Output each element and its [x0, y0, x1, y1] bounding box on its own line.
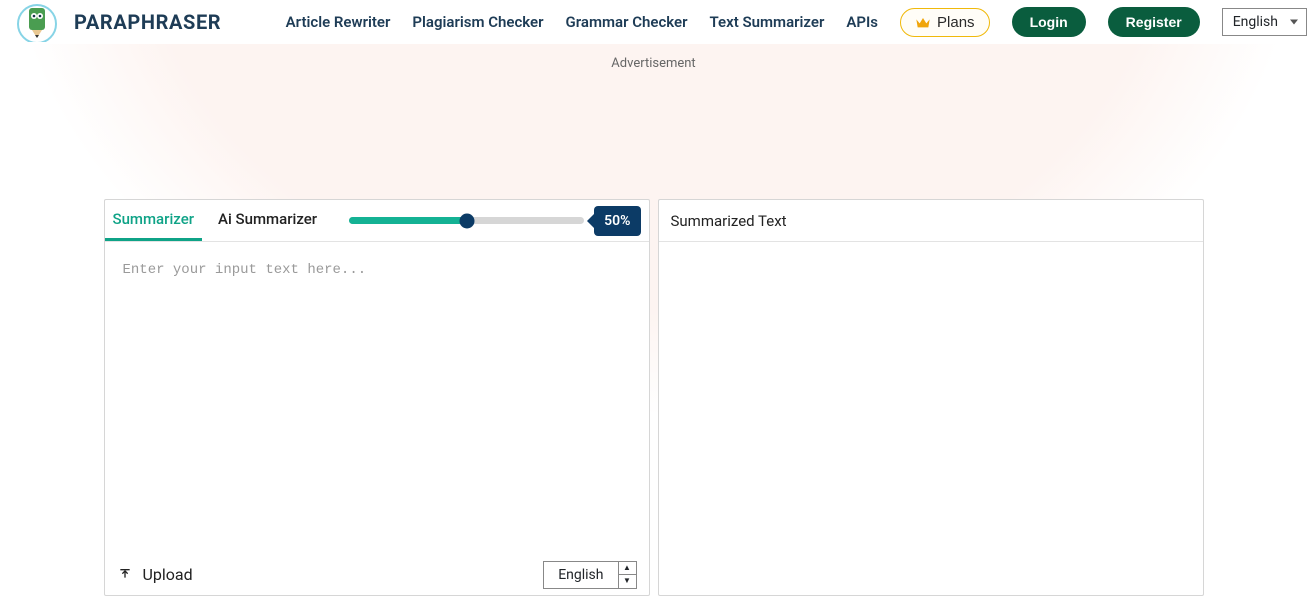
slider-fill: [349, 217, 467, 224]
output-panel: Summarized Text: [658, 199, 1204, 596]
site-language-select[interactable]: English: [1222, 8, 1307, 36]
nav-apis[interactable]: APIs: [846, 13, 878, 31]
logo-icon: [14, 2, 60, 42]
header: PARAPHRASER Article Rewriter Plagiarism …: [0, 0, 1307, 44]
input-textarea[interactable]: [105, 242, 649, 553]
input-language-select[interactable]: English ▲ ▼: [543, 561, 636, 589]
register-button[interactable]: Register: [1108, 7, 1200, 37]
advertisement-label: Advertisement: [0, 44, 1307, 71]
language-stepper: ▲ ▼: [618, 562, 636, 588]
brand-text: PARAPHRASER: [74, 10, 221, 34]
plans-button[interactable]: Plans: [900, 8, 990, 37]
slider-thumb[interactable]: [459, 213, 474, 228]
nav-text-summarizer[interactable]: Text Summarizer: [710, 13, 825, 31]
nav-plagiarism-checker[interactable]: Plagiarism Checker: [412, 13, 543, 31]
tabs-row: Summarizer Ai Summarizer 50%: [105, 200, 649, 242]
nav-grammar-checker[interactable]: Grammar Checker: [566, 13, 688, 31]
language-step-up[interactable]: ▲: [619, 562, 636, 576]
language-step-down[interactable]: ▼: [619, 575, 636, 588]
logo[interactable]: PARAPHRASER: [14, 2, 221, 42]
tab-summarizer[interactable]: Summarizer: [105, 200, 203, 241]
main-nav: Article Rewriter Plagiarism Checker Gram…: [286, 7, 1307, 37]
nav-article-rewriter[interactable]: Article Rewriter: [286, 13, 391, 31]
site-language-value: English: [1233, 14, 1278, 30]
input-bottom-bar: Upload English ▲ ▼: [105, 553, 649, 595]
crown-icon: [915, 15, 931, 29]
slider-value-badge: 50%: [594, 206, 640, 236]
tab-ai-summarizer[interactable]: Ai Summarizer: [210, 200, 325, 241]
output-area: [659, 242, 1203, 595]
slider-track: [349, 217, 584, 224]
login-button[interactable]: Login: [1012, 7, 1086, 37]
input-panel: Summarizer Ai Summarizer 50% Upload: [104, 199, 650, 596]
upload-label: Upload: [143, 565, 193, 584]
plans-label: Plans: [937, 14, 975, 31]
input-language-value: English: [544, 567, 617, 583]
upload-button[interactable]: Upload: [117, 565, 193, 584]
length-slider[interactable]: 50%: [333, 206, 640, 236]
upload-icon: [117, 567, 133, 583]
output-header: Summarized Text: [659, 200, 1203, 242]
tool-container: Summarizer Ai Summarizer 50% Upload: [104, 199, 1204, 596]
